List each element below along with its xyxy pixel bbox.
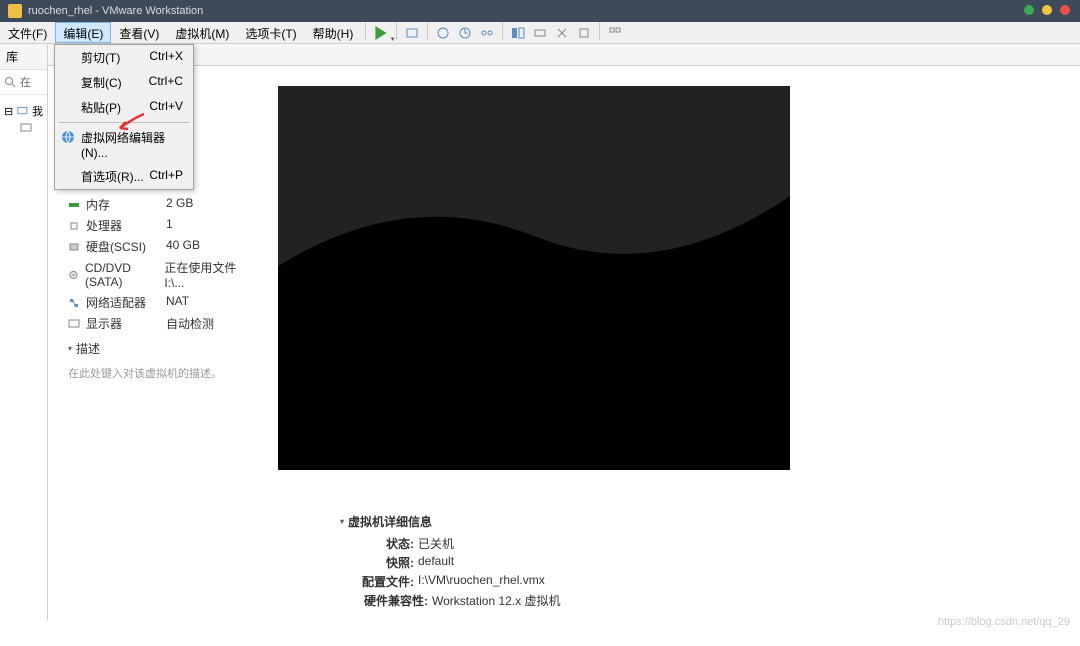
library-icon[interactable] [604, 22, 626, 44]
menu-copy[interactable]: 复制(C) Ctrl+C [55, 70, 193, 95]
menu-cut-shortcut: Ctrl+X [149, 49, 183, 66]
devices-table: 内存 2 GB 处理器 1 硬盘(SCSI) 40 GB CD/DVD (SAT… [68, 194, 258, 334]
window-title: ruochen_rhel - VMware Workstation [28, 5, 203, 17]
vm-icon [20, 123, 32, 133]
library-pane: 库 在 ⊟ 我 [0, 44, 48, 620]
search-placeholder: 在 [20, 74, 31, 90]
snapshot-take-icon[interactable] [432, 22, 454, 44]
menu-paste-label: 粘贴(P) [81, 99, 121, 116]
tree-root-label: 我 [32, 103, 43, 119]
vm-summary: ochen_rhel 此虚拟机 虚拟机设置 设备 内存 2 GB [48, 66, 1080, 484]
tab-strip: n_rhel ✕ [48, 44, 1080, 66]
menu-paste-shortcut: Ctrl+V [149, 99, 183, 116]
menu-copy-label: 复制(C) [81, 74, 122, 91]
menu-cut[interactable]: 剪切(T) Ctrl+X [55, 45, 193, 70]
tree-root[interactable]: ⊟ 我 [4, 101, 43, 121]
snapshot-label: 快照: [354, 554, 414, 571]
menu-help[interactable]: 帮助(H) [305, 22, 362, 43]
config-value: I:\VM\ruochen_rhel.vmx [418, 573, 545, 590]
menu-preferences[interactable]: 首选项(R)... Ctrl+P [55, 164, 193, 189]
state-label: 状态: [354, 535, 414, 552]
vm-preview[interactable] [278, 86, 790, 470]
menu-edit[interactable]: 编辑(E) [55, 22, 111, 43]
annotation-arrow [116, 112, 146, 139]
menu-prefs-label: 首选项(R)... [81, 168, 144, 185]
tree-expand-icon: ⊟ [4, 105, 13, 118]
disk-icon [68, 241, 80, 253]
device-display[interactable]: 显示器 自动检测 [68, 313, 258, 334]
fit-icon[interactable] [573, 22, 595, 44]
maximize-button[interactable] [1042, 5, 1052, 15]
device-cd[interactable]: CD/DVD (SATA) 正在使用文件 I:\... [68, 257, 258, 292]
cpu-icon [68, 220, 80, 232]
power-on-button[interactable] [370, 22, 392, 44]
snapshot-value: default [418, 554, 454, 571]
menu-prefs-shortcut: Ctrl+P [149, 168, 183, 185]
memory-icon [68, 199, 80, 211]
unity-icon[interactable] [529, 22, 551, 44]
cd-icon [68, 269, 79, 281]
library-header: 库 [0, 44, 47, 70]
snapshot-button[interactable] [401, 22, 423, 44]
network-icon [68, 297, 80, 309]
menu-copy-shortcut: Ctrl+C [149, 74, 183, 91]
search-icon [4, 76, 16, 88]
config-label: 配置文件: [354, 573, 414, 590]
minimize-button[interactable] [1024, 5, 1034, 15]
display-icon [68, 318, 80, 330]
menu-cut-label: 剪切(T) [81, 49, 120, 66]
menu-file[interactable]: 文件(F) [0, 22, 55, 43]
watermark: https://blog.csdn.net/qq_29 [938, 616, 1070, 628]
title-bar: ruochen_rhel - VMware Workstation [0, 0, 1080, 22]
stretch-icon[interactable] [551, 22, 573, 44]
menu-bar: 文件(F) 编辑(E) 查看(V) 虚拟机(M) 选项卡(T) 帮助(H) [0, 22, 1080, 44]
globe-icon [61, 130, 75, 144]
menu-vm[interactable]: 虚拟机(M) [167, 22, 237, 43]
window-controls [1024, 5, 1070, 15]
device-cpu[interactable]: 处理器 1 [68, 215, 258, 236]
fullscreen-icon[interactable] [507, 22, 529, 44]
computer-icon [17, 106, 28, 116]
tree-child[interactable] [4, 121, 43, 135]
device-disk[interactable]: 硬盘(SCSI) 40 GB [68, 236, 258, 257]
device-memory[interactable]: 内存 2 GB [68, 194, 258, 215]
compat-label: 硬件兼容性: [354, 592, 428, 609]
snapshot-revert-icon[interactable] [454, 22, 476, 44]
vm-details-header[interactable]: 虚拟机详细信息 [340, 513, 561, 534]
menu-view[interactable]: 查看(V) [111, 22, 167, 43]
description-section-header[interactable]: 描述 [68, 334, 258, 361]
state-value: 已关机 [418, 535, 454, 552]
menu-tabs[interactable]: 选项卡(T) [237, 22, 304, 43]
content-pane: n_rhel ✕ ochen_rhel 此虚拟机 虚拟机设置 设备 [48, 44, 1080, 620]
snapshot-manage-icon[interactable] [476, 22, 498, 44]
compat-value: Workstation 12.x 虚拟机 [432, 592, 561, 609]
description-placeholder[interactable]: 在此处键入对该虚拟机的描述。 [68, 361, 258, 385]
vm-details: 虚拟机详细信息 状态:已关机 快照:default 配置文件:I:\VM\ruo… [340, 513, 561, 610]
app-icon [8, 4, 22, 18]
library-search[interactable]: 在 [0, 70, 47, 95]
device-network[interactable]: 网络适配器 NAT [68, 292, 258, 313]
library-tree: ⊟ 我 [0, 95, 47, 141]
close-button[interactable] [1060, 5, 1070, 15]
